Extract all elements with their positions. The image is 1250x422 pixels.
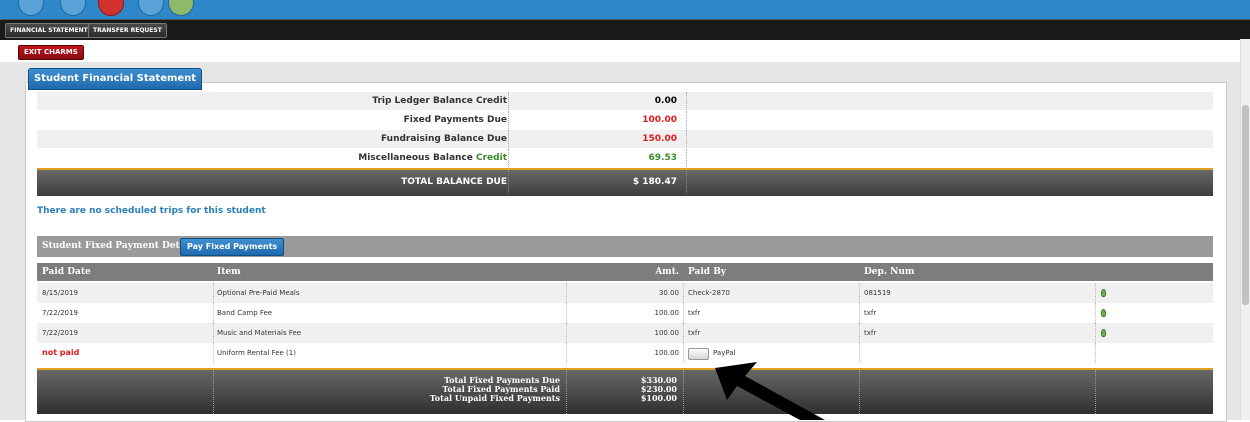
col-item: Item <box>217 267 241 277</box>
leaf-icon[interactable] <box>1101 289 1106 297</box>
total-balance-row: TOTAL BALANCE DUE $ 180.47 <box>37 168 1213 196</box>
total-balance-label: TOTAL BALANCE DUE <box>401 177 507 187</box>
exit-charms-button[interactable]: EXIT CHARMS <box>18 45 84 60</box>
paid-date-cell: 8/15/2019 <box>42 289 78 297</box>
paid-date-cell: 7/22/2019 <box>42 329 78 337</box>
item-cell: Optional Pre-Paid Meals <box>217 289 300 297</box>
summary-row-fixed-payments: Fixed Payments Due 100.00 <box>37 111 1213 129</box>
paypal-button[interactable] <box>688 348 709 360</box>
dep-num-cell: txfr <box>864 329 877 337</box>
item-cell: Music and Materials Fee <box>217 329 302 337</box>
amt-cell: 100.00 <box>654 349 680 357</box>
summary-label: Trip Ledger Balance Credit <box>372 96 507 106</box>
leaf-icon[interactable] <box>1101 329 1106 337</box>
leaf-icon[interactable] <box>1101 309 1106 317</box>
no-trips-message: There are no scheduled trips for this st… <box>37 206 266 216</box>
calendar-icon[interactable] <box>138 0 164 16</box>
summary-label: Miscellaneous Balance Credit <box>358 153 507 163</box>
paid-by-cell: Check-2870 <box>688 289 730 297</box>
home-icon[interactable] <box>18 0 44 16</box>
amt-cell: 30.00 <box>658 289 679 297</box>
total-unpaid-value: $100.00 <box>640 393 677 403</box>
total-unpaid-label: Total Unpaid Fixed Payments <box>429 393 560 403</box>
payment-detail-title: Student Fixed Payment Detail <box>42 241 193 251</box>
paid-date-cell: not paid <box>42 348 80 357</box>
item-cell: Uniform Rental Fee (1) <box>217 349 296 357</box>
summary-value: 69.53 <box>648 153 677 163</box>
pointer-arrow-icon <box>715 362 825 420</box>
col-paid-by: Paid By <box>688 267 727 277</box>
scrollbar-thumb[interactable] <box>1242 105 1249 305</box>
star-icon[interactable] <box>168 0 194 16</box>
table-row: 7/22/2019 Music and Materials Fee 100.00… <box>37 323 1213 343</box>
pay-fixed-payments-button[interactable]: Pay Fixed Payments <box>180 238 285 256</box>
dep-num-cell: txfr <box>864 309 877 317</box>
finance-icon[interactable] <box>98 0 124 16</box>
col-amt: Amt. <box>655 267 679 277</box>
payment-totals-row: Total Fixed Payments Due Total Fixed Pay… <box>37 368 1213 414</box>
summary-value: 0.00 <box>654 96 677 106</box>
page-scrollbar[interactable] <box>1240 39 1250 420</box>
table-row: 7/22/2019 Band Camp Fee 100.00 txfr txfr <box>37 303 1213 323</box>
secondary-nav: FINANCIAL STATEMENT TRANSFER REQUEST <box>0 19 1250 40</box>
paid-date-cell: 7/22/2019 <box>42 309 78 317</box>
summary-value: 100.00 <box>642 115 677 125</box>
panel-title: Student Financial Statement <box>28 68 203 90</box>
table-row: 8/15/2019 Optional Pre-Paid Meals 30.00 … <box>37 283 1213 303</box>
financial-statement-button[interactable]: FINANCIAL STATEMENT <box>5 23 93 38</box>
transfer-request-button[interactable]: TRANSFER REQUEST <box>88 23 167 38</box>
item-cell: Band Camp Fee <box>217 309 273 317</box>
col-paid-date: Paid Date <box>42 267 91 277</box>
amt-cell: 100.00 <box>654 329 680 337</box>
app-top-bar <box>0 0 1250 19</box>
user-icon[interactable] <box>60 0 86 16</box>
total-balance-value: $ 180.47 <box>632 177 677 187</box>
payment-totals-values: $330.00 $230.00 $100.00 <box>567 376 677 403</box>
col-dep-num: Dep. Num <box>864 267 915 277</box>
summary-row-fundraising: Fundraising Balance Due 150.00 <box>37 130 1213 148</box>
amt-cell: 100.00 <box>654 309 680 317</box>
table-row: not paid Uniform Rental Fee (1) 100.00 P… <box>37 343 1213 363</box>
paid-by-cell: txfr <box>688 329 701 337</box>
summary-label: Fundraising Balance Due <box>380 134 507 144</box>
payment-totals-labels: Total Fixed Payments Due Total Fixed Pay… <box>215 376 560 403</box>
dep-num-cell: 081519 <box>864 289 891 297</box>
summary-row-trip-ledger: Trip Ledger Balance Credit 0.00 <box>37 92 1213 110</box>
payment-detail-header: Student Fixed Payment Detail Pay Fixed P… <box>37 236 1213 257</box>
payment-table-header: Paid Date Item Amt. Paid By Dep. Num <box>37 263 1213 281</box>
summary-row-miscellaneous: Miscellaneous Balance Credit 69.53 <box>37 149 1213 167</box>
paid-by-cell: txfr <box>688 309 701 317</box>
summary-value: 150.00 <box>642 134 677 144</box>
summary-label: Fixed Payments Due <box>403 115 507 125</box>
